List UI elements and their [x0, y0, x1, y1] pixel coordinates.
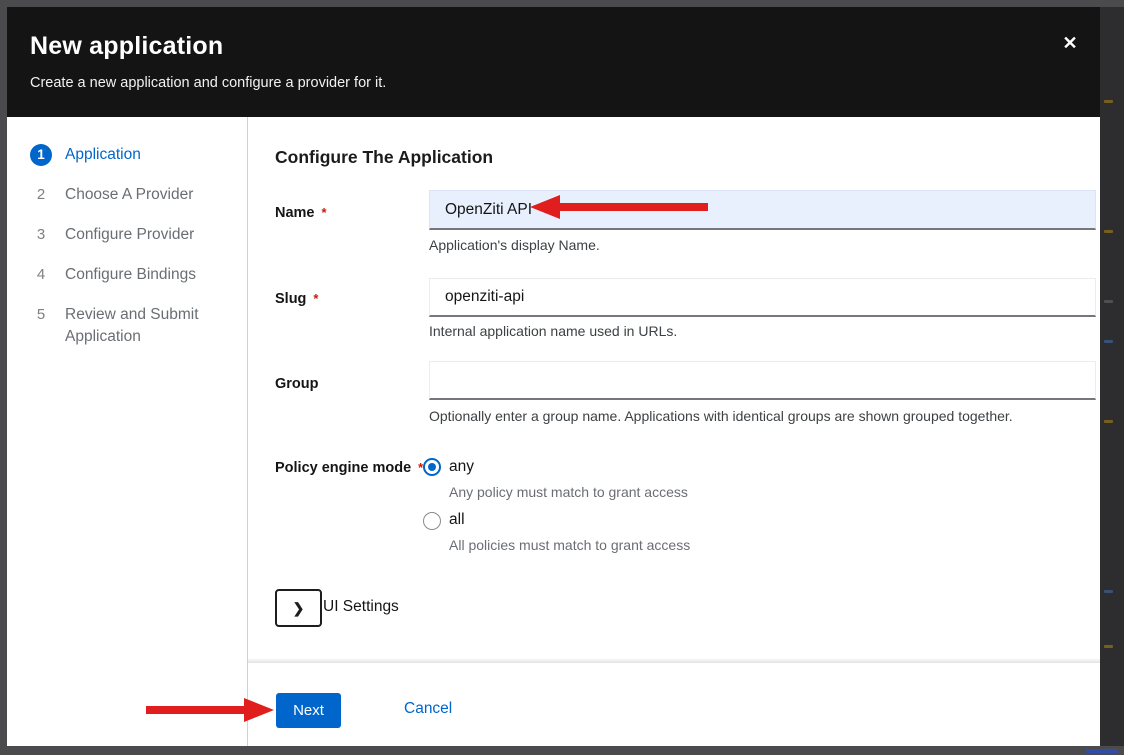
- step-choose-a-provider[interactable]: 2 Choose A Provider: [7, 175, 247, 215]
- page: New application Create a new application…: [0, 0, 1124, 755]
- background-text-fragment: [1104, 300, 1113, 303]
- radio-any-label[interactable]: any: [449, 458, 474, 476]
- background-link-fragment: [1086, 749, 1118, 753]
- background-text-fragment: [1104, 230, 1113, 233]
- cancel-link[interactable]: Cancel: [404, 700, 452, 718]
- background-text-fragment: [1104, 645, 1113, 648]
- page-title: Configure The Application: [275, 147, 493, 168]
- group-helper-text: Optionally enter a group name. Applicati…: [429, 408, 1013, 424]
- name-helper-text: Application's display Name.: [429, 237, 600, 253]
- radio-all-helper-text: All policies must match to grant access: [449, 537, 690, 553]
- ui-settings-expand-button[interactable]: ❯: [275, 589, 322, 627]
- wizard-steps-sidebar: 1 Application 2 Choose A Provider 3 Conf…: [7, 117, 248, 746]
- group-field[interactable]: [429, 361, 1096, 400]
- background-text-fragment: [1104, 100, 1113, 103]
- radio-all-label[interactable]: all: [449, 511, 465, 529]
- required-marker: *: [313, 291, 318, 306]
- name-label: Name*: [275, 205, 327, 221]
- wizard-content: Configure The Application Name* Applicat…: [248, 117, 1100, 746]
- step-number: 4: [30, 264, 52, 286]
- radio-any[interactable]: [423, 458, 441, 476]
- step-configure-bindings[interactable]: 4 Configure Bindings: [7, 255, 247, 295]
- step-number: 3: [30, 224, 52, 246]
- slug-field[interactable]: [429, 278, 1096, 317]
- background-page-strip: [1100, 7, 1124, 746]
- required-marker: *: [322, 205, 327, 220]
- next-button[interactable]: Next: [276, 693, 341, 728]
- step-configure-provider[interactable]: 3 Configure Provider: [7, 215, 247, 255]
- step-number: 5: [30, 304, 52, 326]
- step-number: 2: [30, 184, 52, 206]
- background-text-fragment: [1104, 590, 1113, 593]
- chevron-right-icon: ❯: [293, 600, 305, 616]
- step-label: Configure Bindings: [65, 264, 196, 286]
- modal-header: New application Create a new application…: [7, 7, 1100, 117]
- step-label: Application: [65, 144, 141, 166]
- step-label: Review and Submit Application: [65, 304, 217, 348]
- new-application-modal: New application Create a new application…: [7, 7, 1100, 746]
- step-number: 1: [30, 144, 52, 166]
- radio-all[interactable]: [423, 512, 441, 530]
- step-application[interactable]: 1 Application: [7, 135, 247, 175]
- ui-settings-label: UI Settings: [323, 598, 399, 616]
- name-field[interactable]: [429, 190, 1096, 230]
- footer-divider: [248, 658, 1100, 663]
- modal-body: 1 Application 2 Choose A Provider 3 Conf…: [7, 117, 1100, 746]
- modal-title: New application: [30, 32, 1040, 61]
- background-text-fragment: [1104, 420, 1113, 423]
- policy-engine-mode-label: Policy engine mode*: [275, 460, 423, 476]
- modal-subtitle: Create a new application and configure a…: [30, 75, 1040, 91]
- background-text-fragment: [1104, 340, 1113, 343]
- group-label: Group: [275, 376, 319, 392]
- step-review-and-submit[interactable]: 5 Review and Submit Application: [7, 295, 247, 357]
- step-label: Configure Provider: [65, 224, 194, 246]
- step-label: Choose A Provider: [65, 184, 193, 206]
- close-icon[interactable]: ✕: [1059, 32, 1081, 54]
- slug-label: Slug*: [275, 291, 318, 307]
- radio-any-helper-text: Any policy must match to grant access: [449, 484, 688, 500]
- slug-helper-text: Internal application name used in URLs.: [429, 323, 677, 339]
